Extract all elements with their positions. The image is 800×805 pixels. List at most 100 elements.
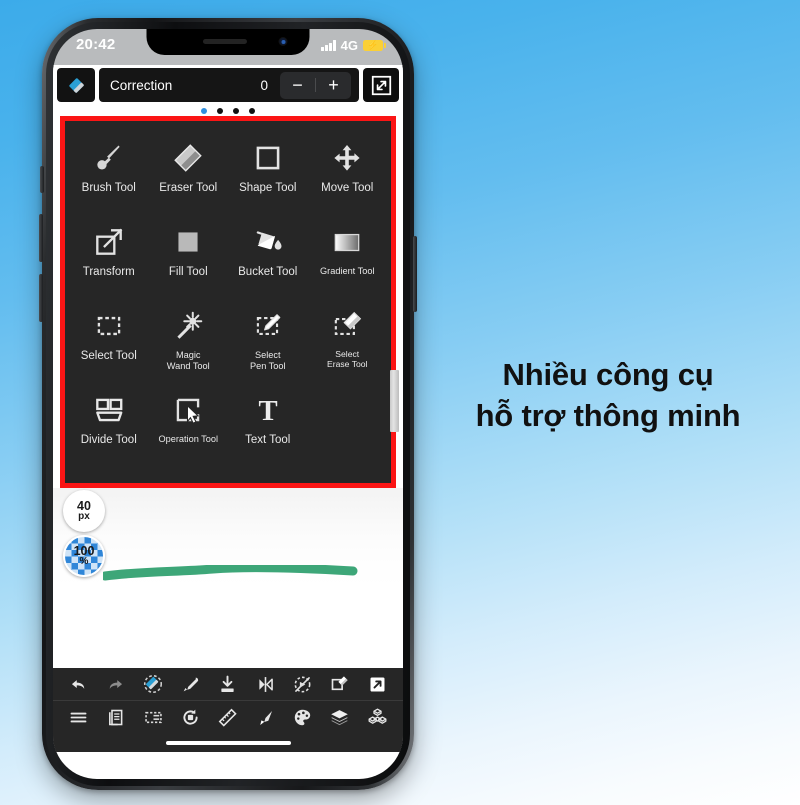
phone-notch (146, 29, 310, 55)
marquee-select-icon (92, 303, 126, 349)
svg-text:T: T (258, 395, 277, 427)
status-bar-indicators: 4G ⚡ (321, 38, 386, 53)
tool-panel-highlighted: Brush Tool Eraser Tool Shape Tool Move T… (60, 116, 396, 488)
flip-horizontal-icon[interactable] (253, 672, 277, 696)
tool-fill[interactable]: Fill Tool (149, 219, 229, 303)
opacity-badge[interactable]: 100 % (63, 535, 105, 577)
tool-label: Select Tool (80, 350, 137, 362)
tool-select[interactable]: Select Tool (69, 303, 149, 387)
eraser-correction-icon (68, 77, 84, 93)
tool-operation[interactable]: Operation Tool (149, 387, 229, 471)
tool-divide[interactable]: Divide Tool (69, 387, 149, 471)
slider-label: Correction (110, 77, 173, 93)
brush-icon (92, 135, 126, 181)
paint-bucket-icon (251, 219, 285, 265)
tool-gradient[interactable]: Gradient Tool (308, 219, 388, 303)
opacity-unit: % (79, 556, 89, 568)
divide-panels-icon (92, 387, 126, 433)
layers-icon[interactable] (328, 706, 352, 730)
selection-layer-icon[interactable] (141, 706, 165, 730)
tool-transform[interactable]: Transform (69, 219, 149, 303)
expand-button[interactable] (363, 68, 399, 102)
current-tool-button[interactable] (57, 68, 95, 102)
status-bar-time: 20:42 (76, 36, 116, 53)
gradient-icon (330, 219, 364, 265)
canvas-scrollbar[interactable] (390, 370, 399, 432)
text-t-icon: T (251, 387, 285, 433)
tool-label: Shape Tool (239, 182, 297, 194)
tool-select-pen[interactable]: Select Pen Tool (228, 303, 308, 387)
import-icon[interactable] (216, 672, 240, 696)
promo-text: Nhiều công cụ hỗ trợ thông minh (432, 354, 784, 436)
menu-hamburger-icon[interactable] (67, 706, 91, 730)
bottom-toolbar-row-1 (53, 668, 403, 701)
tool-label: Text Tool (245, 434, 291, 446)
tool-magic-wand[interactable]: Magic Wand Tool (149, 303, 229, 387)
tool-label: Operation Tool (158, 434, 219, 444)
color-palette-icon[interactable] (291, 706, 315, 730)
eraser-icon (171, 135, 205, 181)
tool-label: Move Tool (321, 182, 374, 194)
move-arrows-icon (331, 135, 363, 181)
bottom-toolbar (53, 668, 403, 752)
promo-line-1: Nhiều công cụ (502, 357, 714, 392)
export-share-icon[interactable] (365, 672, 389, 696)
tool-move[interactable]: Move Tool (308, 135, 388, 219)
ruler-icon[interactable] (216, 706, 240, 730)
tool-shape[interactable]: Shape Tool (228, 135, 308, 219)
network-type-label: 4G (340, 38, 358, 53)
tool-select-erase[interactable]: Select Erase Tool (308, 303, 388, 387)
tool-label: Gradient Tool (320, 266, 375, 276)
page-dot-2[interactable] (217, 107, 223, 114)
correction-slider[interactable]: Correction 0 − + (99, 68, 359, 102)
page-indicator-dots[interactable] (53, 105, 403, 116)
tool-panel-wrapper: Brush Tool Eraser Tool Shape Tool Move T… (53, 116, 403, 488)
redo-icon[interactable] (104, 672, 128, 696)
layer-eraser-icon[interactable] (328, 672, 352, 696)
correction-eraser-icon[interactable] (141, 672, 165, 696)
earpiece-speaker (202, 39, 247, 44)
tool-brush[interactable]: Brush Tool (69, 135, 149, 219)
brush-settings-icon[interactable] (253, 706, 277, 730)
stepper-group: − + (280, 71, 351, 99)
phone-screen: 20:42 4G ⚡ Correction 0 − + Brush Tool E… (53, 29, 403, 779)
tool-grid: Brush Tool Eraser Tool Shape Tool Move T… (65, 121, 391, 471)
undo-icon[interactable] (67, 672, 91, 696)
tool-bucket[interactable]: Bucket Tool (228, 219, 308, 303)
mute-switch-button[interactable] (40, 166, 44, 193)
promo-line-2: hỗ trợ thông minh (475, 398, 741, 434)
front-camera-icon (278, 37, 288, 46)
green-brush-stroke (103, 565, 358, 581)
page-dot-1[interactable] (201, 107, 207, 114)
power-button[interactable] (413, 236, 417, 312)
brush-size-badge[interactable]: 40 px (63, 490, 105, 532)
tool-label: Select Pen Tool (249, 350, 286, 371)
snap-off-icon[interactable] (291, 672, 315, 696)
drawing-canvas[interactable]: 40 px 100 % (53, 370, 403, 668)
select-pen-icon (251, 303, 285, 349)
signal-bars-icon (321, 40, 336, 51)
expand-fullscreen-icon (371, 75, 391, 95)
eyedropper-icon[interactable] (179, 672, 203, 696)
transform-icon (92, 219, 126, 265)
brush-size-unit: px (78, 511, 90, 523)
volume-up-button[interactable] (39, 214, 43, 262)
3d-model-icon[interactable] (365, 706, 389, 730)
tool-text[interactable]: T Text Tool (228, 387, 308, 471)
phone-mockup: 20:42 4G ⚡ Correction 0 − + Brush Tool E… (39, 18, 417, 790)
rotate-canvas-icon[interactable] (179, 706, 203, 730)
decrease-button[interactable]: − (280, 76, 315, 94)
tool-label: Divide Tool (80, 434, 137, 446)
tool-label: Bucket Tool (238, 266, 298, 278)
home-indicator[interactable] (53, 734, 403, 752)
volume-down-button[interactable] (39, 274, 43, 322)
tool-eraser[interactable]: Eraser Tool (149, 135, 229, 219)
page-dot-4[interactable] (249, 107, 255, 114)
tool-label: Fill Tool (168, 266, 208, 278)
fill-square-icon (171, 219, 205, 265)
page-dot-3[interactable] (233, 107, 239, 114)
pages-icon[interactable] (104, 706, 128, 730)
increase-button[interactable]: + (316, 76, 351, 94)
tool-label: Transform (82, 266, 135, 278)
top-toolbar: Correction 0 − + (53, 65, 403, 105)
